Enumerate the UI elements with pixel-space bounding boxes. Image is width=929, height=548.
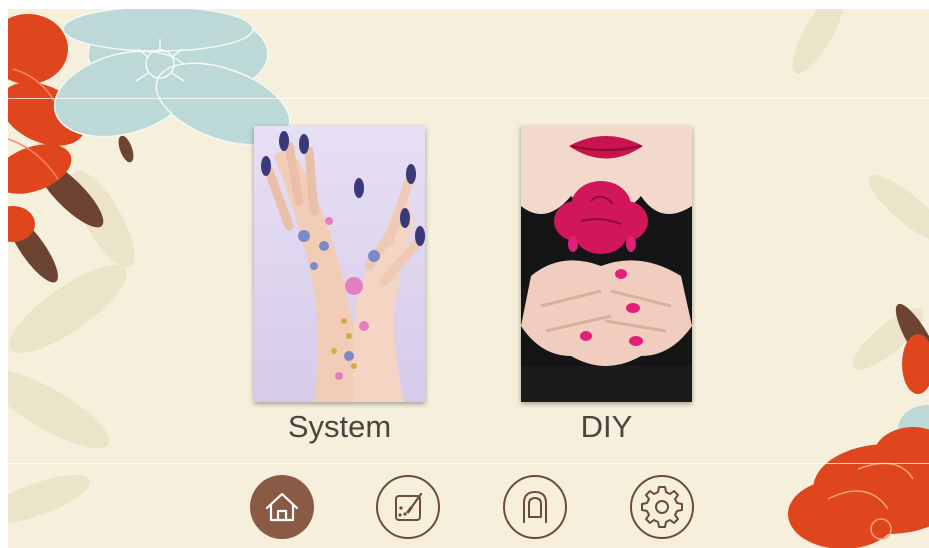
app-screen: System DIY	[8, 9, 929, 548]
bottom-divider	[8, 463, 929, 464]
nav-settings-button[interactable]	[630, 475, 694, 539]
nav-nail-button[interactable]	[503, 475, 567, 539]
system-image	[254, 126, 425, 402]
home-icon	[265, 492, 299, 522]
diy-image	[521, 126, 692, 402]
palette-edit-icon	[395, 492, 423, 521]
system-card[interactable]	[254, 126, 425, 402]
diy-card[interactable]	[521, 126, 692, 402]
nav-design-button[interactable]	[376, 475, 440, 539]
nav-home-button[interactable]	[250, 475, 314, 539]
system-label: System	[287, 409, 392, 444]
floral-background	[8, 9, 929, 548]
fingernail-icon	[523, 490, 547, 523]
gear-icon	[641, 486, 683, 528]
diy-label: DIY	[580, 409, 633, 444]
top-divider	[8, 98, 929, 99]
